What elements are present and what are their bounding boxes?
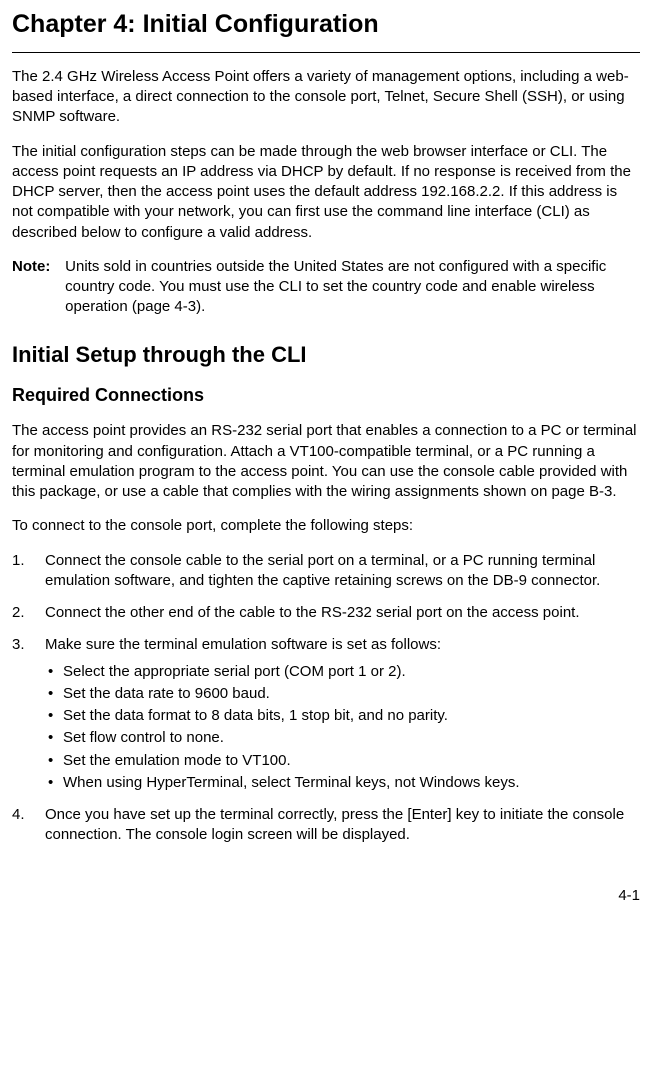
step-2-number: 2. (12, 603, 25, 623)
bullet-data-format: Set the data format to 8 data bits, 1 st… (45, 706, 640, 726)
bullet-data-rate: Set the data rate to 9600 baud. (45, 684, 640, 704)
page-number: 4-1 (12, 886, 640, 906)
step-3-number: 3. (12, 635, 25, 655)
step-4: 4. Once you have set up the terminal cor… (12, 805, 640, 846)
step-2: 2. Connect the other end of the cable to… (12, 603, 640, 623)
note-label: Note: (12, 257, 61, 277)
intro-paragraph-1: The 2.4 GHz Wireless Access Point offers… (12, 67, 640, 128)
step-1-text: Connect the console cable to the serial … (45, 552, 600, 589)
subsection-title: Required Connections (12, 383, 640, 407)
note-body: Units sold in countries outside the Unit… (65, 257, 630, 318)
chapter-title: Chapter 4: Initial Configuration (12, 8, 640, 53)
note-block: Note: Units sold in countries outside th… (12, 257, 640, 318)
bullet-emulation-mode: Set the emulation mode to VT100. (45, 751, 640, 771)
step-3-text: Make sure the terminal emulation softwar… (45, 636, 441, 653)
step-1: 1. Connect the console cable to the seri… (12, 551, 640, 592)
bullet-hyperterminal: When using HyperTerminal, select Termina… (45, 773, 640, 793)
step-4-number: 4. (12, 805, 25, 825)
bullet-flow-control: Set flow control to none. (45, 728, 640, 748)
steps-list: 1. Connect the console cable to the seri… (12, 551, 640, 846)
section-title: Initial Setup through the CLI (12, 340, 640, 370)
step-3: 3. Make sure the terminal emulation soft… (12, 635, 640, 793)
required-connections-p2: To connect to the console port, complete… (12, 516, 640, 536)
step-3-bullets: Select the appropriate serial port (COM … (45, 662, 640, 794)
bullet-serial-port: Select the appropriate serial port (COM … (45, 662, 640, 682)
step-1-number: 1. (12, 551, 25, 571)
step-2-text: Connect the other end of the cable to th… (45, 604, 580, 621)
step-4-text: Once you have set up the terminal correc… (45, 806, 624, 843)
intro-paragraph-2: The initial configuration steps can be m… (12, 142, 640, 243)
required-connections-p1: The access point provides an RS-232 seri… (12, 421, 640, 502)
